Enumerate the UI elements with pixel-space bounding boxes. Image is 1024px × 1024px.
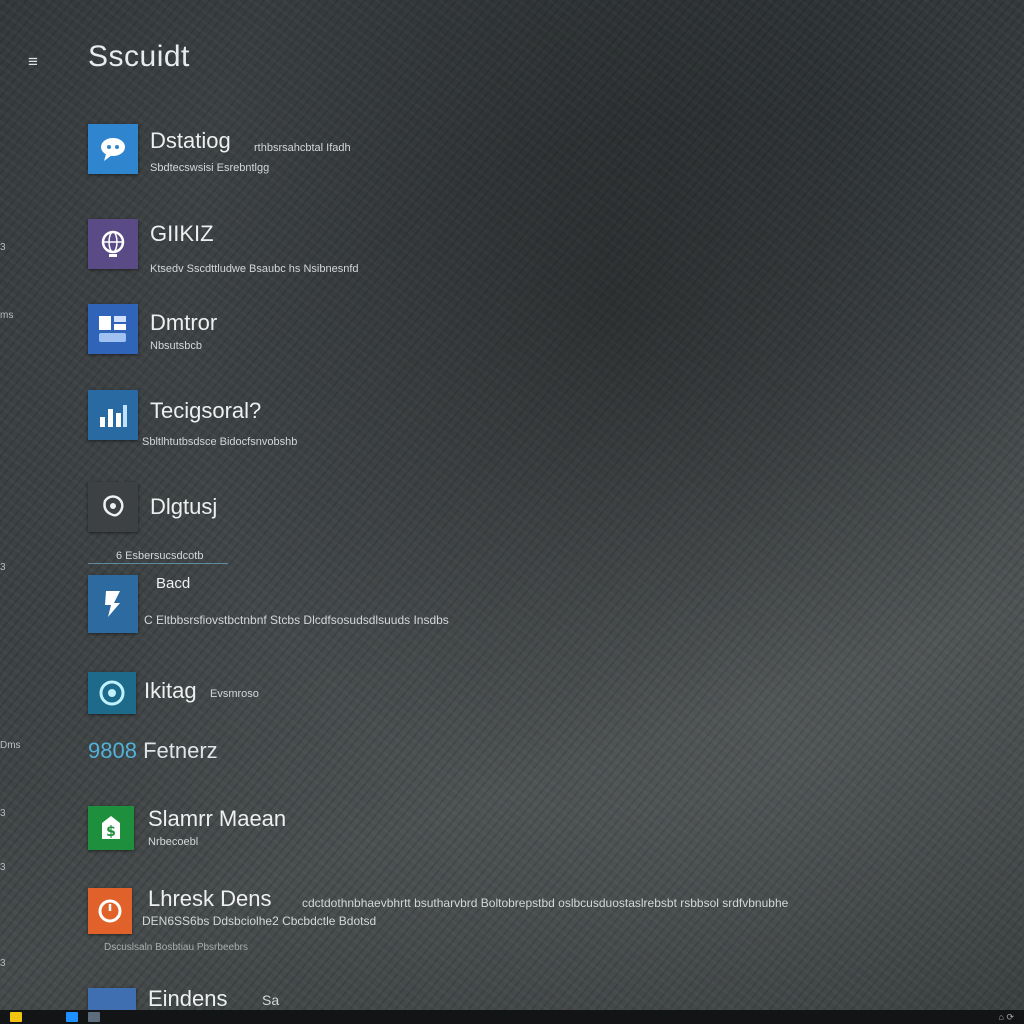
app-name: Ikitag — [144, 678, 197, 703]
page-title: Sscuidt — [88, 40, 190, 73]
section-label: Fetnerz — [143, 738, 218, 763]
app-name: Tecigsoral? — [150, 398, 262, 423]
edge-label: 3 — [0, 958, 6, 969]
edge-label: ms — [0, 310, 14, 321]
start-icon[interactable] — [10, 1012, 22, 1022]
app-name: Bacd — [156, 575, 191, 592]
chart-icon — [88, 390, 138, 440]
app-detail: cdctdothnbhaevbhrtt bsutharvbrd Boltobre… — [302, 896, 789, 910]
app-subtitle: Dscuslsaln Bosbtiau Pbsrbeebrs — [104, 942, 248, 953]
edge-label: Dms — [0, 740, 21, 751]
app-subtitle: Nbsutsbcb — [150, 340, 202, 352]
folder-icon — [88, 988, 136, 1010]
edge-label: 3 — [0, 562, 6, 573]
document-icon — [88, 304, 138, 354]
edge-label: 3 — [0, 808, 6, 819]
app-detail: Sa — [262, 992, 280, 1008]
dollar-icon: $ — [88, 806, 134, 850]
section-divider — [88, 563, 228, 564]
app-name: Slamrr Maean — [148, 806, 287, 831]
edge-label: 3 — [0, 242, 6, 253]
file-explorer-icon[interactable] — [88, 1012, 100, 1022]
globe-icon — [88, 219, 138, 269]
app-name: Eindens — [148, 986, 228, 1011]
app-subtitle: DEN6SS6bs Ddsbciolhe2 Cbcbdctle Bdotsd — [142, 914, 377, 928]
app-subtitle: C Eltbbsrsfiovstbctnbnf Stcbs Dlcdfsosud… — [144, 613, 449, 627]
app-name: Dlgtusj — [150, 494, 218, 519]
app-detail: Evsmroso — [210, 688, 259, 700]
calendar-icon — [88, 888, 132, 934]
puzzle-icon — [88, 482, 138, 532]
circle-icon — [88, 672, 136, 714]
section-number: 9808 — [88, 738, 137, 763]
app-name: Lhresk Dens — [148, 886, 272, 911]
app-subtitle: Sbltlhtutbsdsce Bidocfsnvobshb — [142, 436, 298, 448]
section-header: 9808 Fetnerz — [88, 738, 218, 764]
tool-icon — [88, 575, 138, 633]
divider-label: 6 Esbersucsdcotb — [116, 550, 204, 562]
hamburger-icon[interactable]: ≡ — [24, 52, 42, 72]
svg-text:$: $ — [106, 824, 116, 840]
system-tray[interactable]: ⌂ ⟳ — [999, 1012, 1014, 1023]
app-subtitle: Sbdtecswsisi Esrebntlgg — [150, 162, 270, 174]
app-name: Dmtror — [150, 310, 218, 335]
app-detail: rthbsrsahcbtal Ifadh — [254, 142, 351, 154]
chat-icon — [88, 124, 138, 174]
edge-icon[interactable] — [66, 1012, 78, 1022]
app-subtitle: Ktsedv Sscdttludwe Bsaubc hs Nsibnesnfd — [150, 263, 359, 275]
app-name: GIIKIZ — [150, 221, 214, 246]
taskbar: ⌂ ⟳ — [0, 1010, 1024, 1024]
edge-label: 3 — [0, 862, 6, 873]
left-edge-strip: 3 ms 3 Dms 3 3 3 — [0, 0, 30, 1010]
app-subtitle: Nrbecoebl — [148, 836, 199, 848]
app-name: Dstatiog — [150, 128, 231, 153]
